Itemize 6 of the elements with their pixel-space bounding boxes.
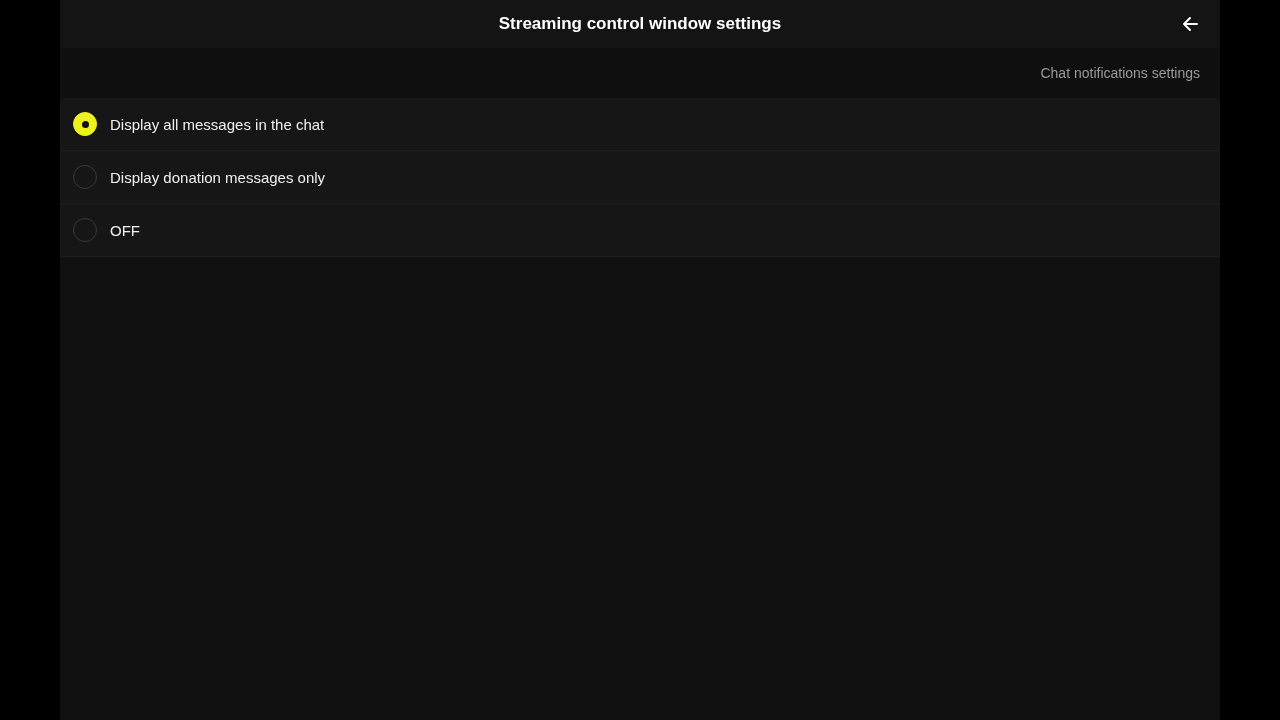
option-label[interactable]: OFF xyxy=(110,221,140,239)
option-label[interactable]: Display donation messages only xyxy=(110,168,326,186)
back-arrow-icon[interactable] xyxy=(1180,14,1200,34)
window-title: Streaming control window settings xyxy=(498,14,782,34)
section-title: Chat notifications settings xyxy=(1040,65,1200,81)
option-label[interactable]: Display all messages in the chat xyxy=(110,115,325,133)
